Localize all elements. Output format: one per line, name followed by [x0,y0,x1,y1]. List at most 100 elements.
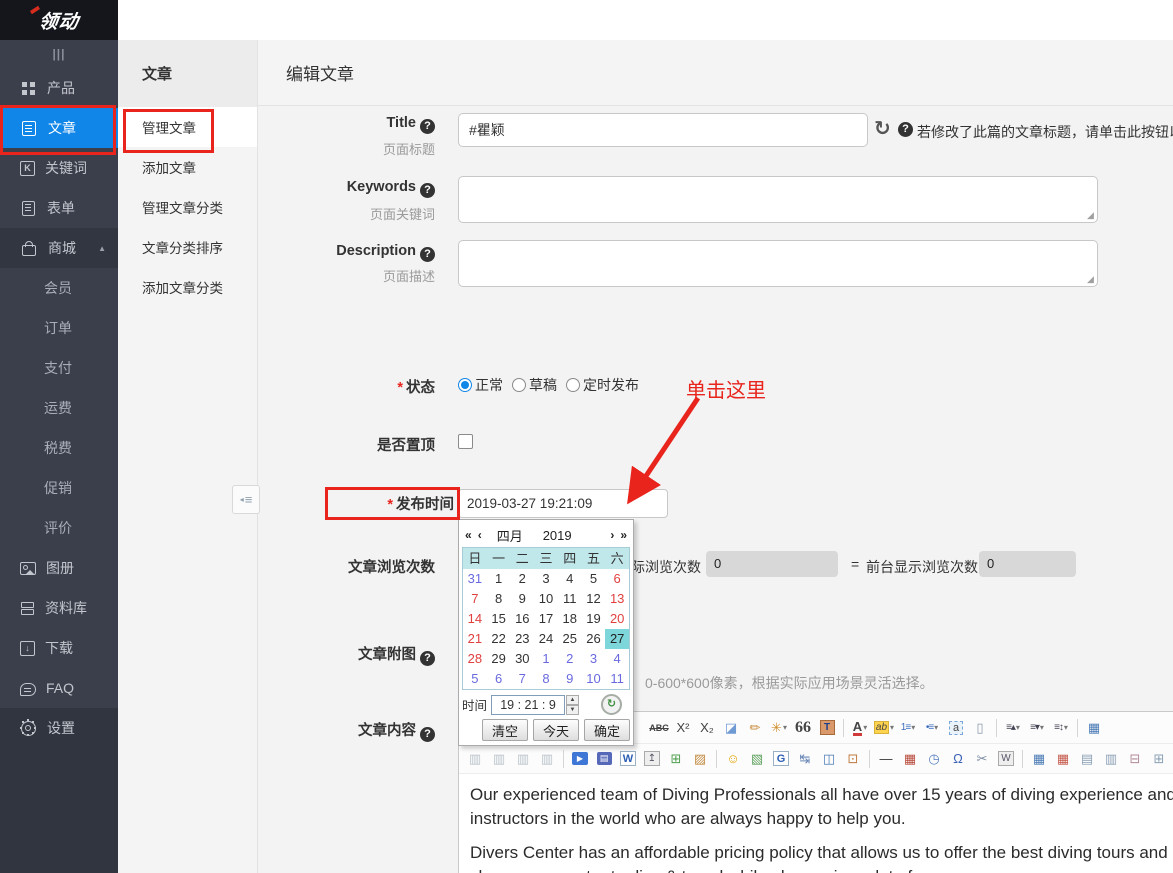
keywords-textarea[interactable] [458,176,1098,223]
calendar-day[interactable]: 30 [510,649,534,669]
calendar-day[interactable]: 6 [605,569,629,589]
blockquote-icon[interactable]: 66 [791,717,815,739]
help-icon[interactable]: ? [420,119,435,134]
calendar-day[interactable]: 18 [558,609,582,629]
calendar-day[interactable]: 22 [487,629,511,649]
editor-content[interactable]: Our experienced team of Diving Professio… [459,774,1173,873]
image-align-right-icon[interactable]: ▥ [511,748,535,770]
sidebar-item-articles[interactable]: 文章 [0,108,118,148]
time-input[interactable]: 19 : 21 : 9 [491,695,565,715]
description-textarea[interactable] [458,240,1098,287]
help-icon[interactable]: ? [898,122,913,137]
calendar-day[interactable]: 6 [487,669,511,689]
sidebar-item-settings[interactable]: 设置 [0,708,118,748]
cut-image-icon[interactable]: ✂ [970,748,994,770]
calendar-day[interactable]: 19 [582,609,606,629]
strikethrough-icon[interactable]: ABC [647,717,671,739]
dropdown-caret-icon[interactable]: ▾ [863,723,867,732]
sidebar-item-products[interactable]: 产品 [0,68,118,108]
quick-format-icon[interactable]: ✳▾ [767,717,791,739]
row-insert-icon[interactable]: ⊟ [1123,748,1147,770]
sidebar-item-tax[interactable]: 税费 [0,428,118,468]
help-icon[interactable]: ? [420,651,435,666]
calendar-day[interactable]: 4 [605,649,629,669]
dropdown-caret-icon[interactable]: ▾ [1064,723,1068,732]
clock-icon[interactable]: ↻ [601,694,622,715]
calendar-day[interactable]: 24 [534,629,558,649]
ordered-list-icon[interactable]: 1≡▾ [896,717,920,739]
calendar-day-selected[interactable]: 27 [605,629,629,649]
sidebar-item-forms[interactable]: 表单 [0,188,118,228]
table-delete-icon[interactable]: ▦ [1051,748,1075,770]
calendar-day[interactable]: 17 [534,609,558,629]
radio-icon[interactable] [566,378,580,392]
year-select[interactable]: 2019 [543,528,572,543]
sidebar-item-reviews[interactable]: 评价 [0,508,118,548]
dropdown-caret-icon[interactable]: ▾ [890,723,894,732]
image-align-center-icon[interactable]: ▥ [487,748,511,770]
col-insert-icon[interactable]: ⊞ [1147,748,1171,770]
media-icon[interactable]: ▶ [568,748,592,770]
calendar-day[interactable]: 5 [582,569,606,589]
calendar-day[interactable]: 11 [558,589,582,609]
calendar-day[interactable]: 21 [463,629,487,649]
calendar-day[interactable]: 3 [582,649,606,669]
calendar-day[interactable]: 3 [534,569,558,589]
calendar-day[interactable]: 10 [534,589,558,609]
calendar-day[interactable]: 9 [558,669,582,689]
sidebar-item-payment[interactable]: 支付 [0,348,118,388]
submenu-item-manage-articles[interactable]: 管理文章 [118,107,257,147]
calendar-day[interactable]: 25 [558,629,582,649]
paste-as-text-icon[interactable]: T [815,717,839,739]
word-image-icon[interactable]: W [994,748,1018,770]
image-insert-icon[interactable]: ▨ [688,748,712,770]
layout-icon[interactable]: ◫ [817,748,841,770]
line-height-icon[interactable]: ≡↕▾ [1049,717,1073,739]
calendar-day[interactable]: 8 [534,669,558,689]
submenu-item-add-article[interactable]: 添加文章 [118,147,257,187]
dropdown-caret-icon[interactable]: ▾ [1040,723,1044,732]
calendar-day[interactable]: 13 [605,589,629,609]
radio-icon[interactable] [458,378,472,392]
prev-month-icon[interactable]: ‹ [475,528,485,542]
month-select[interactable]: 四月 [497,526,523,545]
format-brush-icon[interactable]: ✏ [743,717,767,739]
unordered-list-icon[interactable]: •≡▾ [920,717,944,739]
calendar-day[interactable]: 1 [534,649,558,669]
calendar-day[interactable]: 2 [558,649,582,669]
file-upload-icon[interactable]: ↥ [640,748,664,770]
sidebar-item-mall[interactable]: 商城▲ [0,228,118,268]
spin-up-icon[interactable]: ▲ [566,695,579,705]
calendar-day[interactable]: 8 [487,589,511,609]
baidu-map-icon[interactable]: G [769,748,793,770]
spin-down-icon[interactable]: ▼ [566,705,579,715]
publish-time-input[interactable] [458,489,668,518]
dropdown-caret-icon[interactable]: ▾ [783,723,787,732]
superscript-icon[interactable]: X² [671,717,695,739]
next-year-icon[interactable]: » [617,528,630,542]
sticky-checkbox[interactable] [458,434,473,449]
calendar-day[interactable]: 31 [463,569,487,589]
table-prop-icon[interactable]: ▤ [1075,748,1099,770]
help-icon[interactable]: ? [420,247,435,262]
sidebar-item-shipping[interactable]: 运费 [0,388,118,428]
image-map-icon[interactable]: ▧ [745,748,769,770]
panel-collapse-button[interactable]: ◂ ≡ [232,485,260,514]
clock-icon[interactable]: ◷ [922,748,946,770]
resize-grip[interactable]: ◢ [1087,210,1094,221]
page-break-icon[interactable]: ↹ [793,748,817,770]
calendar-clear-button[interactable]: 清空 [482,719,528,741]
eraser-icon[interactable]: ◪ [719,717,743,739]
help-icon[interactable]: ? [420,727,435,742]
prev-year-icon[interactable]: « [462,528,475,542]
emoticon-icon[interactable]: ☺ [721,748,745,770]
sidebar-item-faq[interactable]: FAQ [0,668,118,708]
status-radio-0[interactable]: 正常 [458,375,503,395]
sidebar-item-download[interactable]: ↓下载 [0,628,118,668]
calendar-day[interactable]: 15 [487,609,511,629]
dropdown-caret-icon[interactable]: ▾ [911,723,915,732]
help-icon[interactable]: ? [420,183,435,198]
sidebar-item-members[interactable]: 会员 [0,268,118,308]
align-bottom-icon[interactable]: ≡▾▾ [1025,717,1049,739]
word-paste-icon[interactable]: W [616,748,640,770]
